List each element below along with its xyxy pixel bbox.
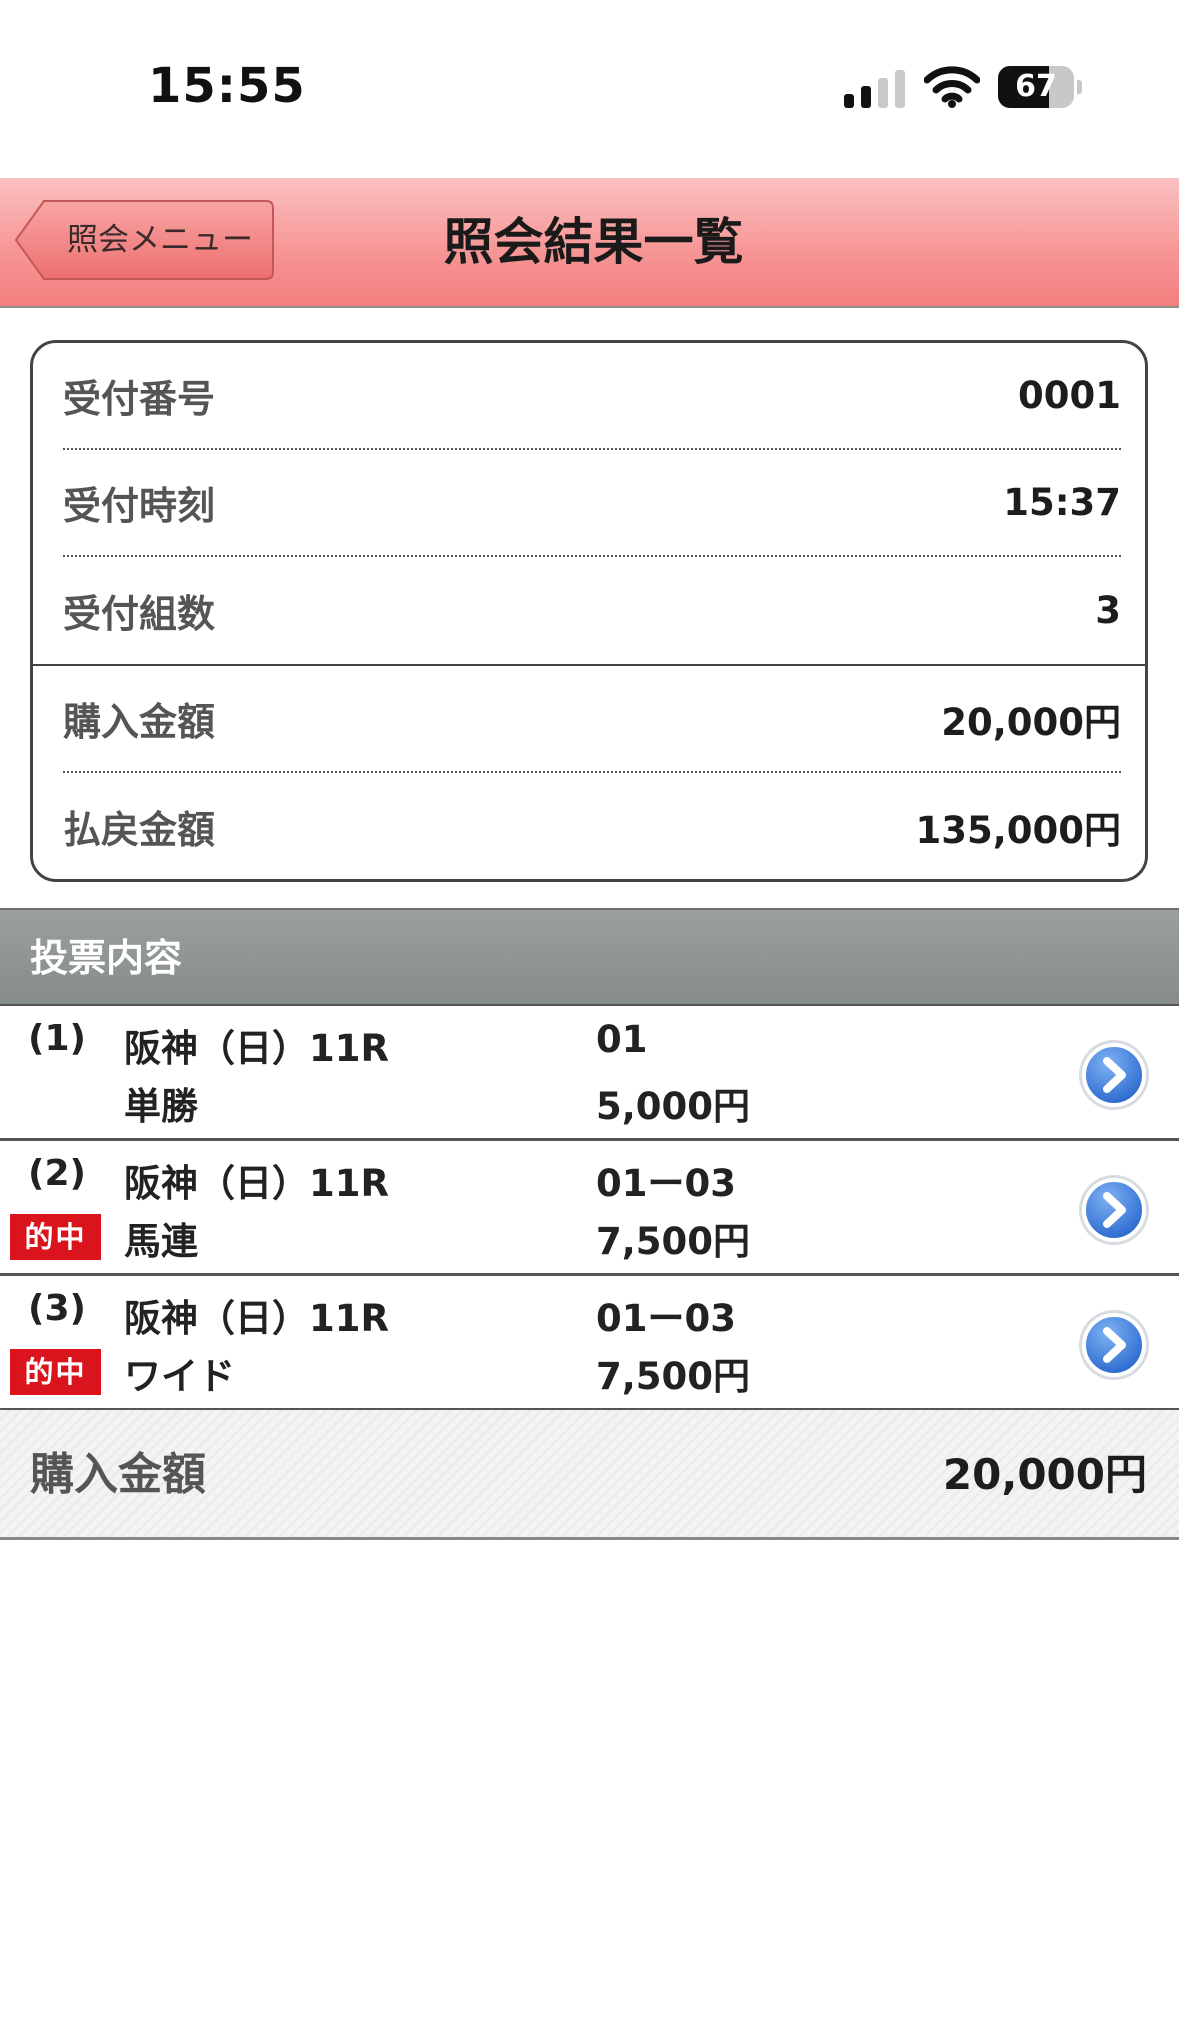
- summary-label: 受付番号: [63, 377, 216, 421]
- bet-type: 単勝: [124, 1085, 198, 1128]
- chevron-right-circle-icon[interactable]: [1076, 1307, 1152, 1383]
- bet-race: 阪神（日）11R: [124, 1027, 389, 1070]
- bet-number: (2): [28, 1153, 86, 1194]
- summary-row-receipt-number: 受付番号 0001: [63, 343, 1121, 450]
- bet-combination: 01ー03: [596, 1297, 736, 1340]
- bet-combination: 01ー03: [596, 1162, 736, 1205]
- battery-level: 67: [1015, 69, 1057, 104]
- chevron-right-circle-icon[interactable]: [1076, 1172, 1152, 1248]
- back-button[interactable]: 照会メニュー: [14, 198, 276, 282]
- summary-value: 0001: [1018, 374, 1121, 417]
- summary-value: 15:37: [1003, 481, 1121, 524]
- bet-amount: 7,500円: [596, 1220, 751, 1263]
- section-title: 投票内容: [30, 936, 183, 980]
- summary-value: 135,000円: [915, 808, 1121, 852]
- bet-type: ワイド: [124, 1355, 235, 1398]
- summary-row-payout-amount: 払戻金額 135,000円: [63, 773, 1121, 879]
- total-bar: 購入金額 20,000円: [0, 1410, 1179, 1540]
- back-button-label: 照会メニュー: [67, 222, 253, 258]
- cellular-signal-icon: [844, 70, 905, 108]
- bet-amount: 5,000円: [596, 1085, 751, 1128]
- summary-row-set-count: 受付組数 3: [63, 557, 1121, 664]
- status-time: 15:55: [148, 58, 306, 114]
- bet-type: 馬連: [124, 1220, 198, 1263]
- bet-item-2[interactable]: (2) 的中 阪神（日）11R 馬連 01ー03 7,500円: [0, 1141, 1179, 1276]
- bet-combination: 01: [596, 1018, 648, 1061]
- summary-card: 受付番号 0001 受付時刻 15:37 受付組数 3 購入金額 20,000円…: [30, 340, 1148, 882]
- bet-item-3[interactable]: (3) 的中 阪神（日）11R ワイド 01ー03 7,500円: [0, 1276, 1179, 1411]
- summary-value: 20,000円: [941, 700, 1121, 744]
- total-value: 20,000円: [942, 1450, 1147, 1499]
- bet-number: (3): [28, 1288, 86, 1329]
- summary-label: 購入金額: [63, 700, 216, 744]
- hit-badge: 的中: [10, 1349, 101, 1395]
- total-label: 購入金額: [30, 1449, 206, 1500]
- bet-race: 阪神（日）11R: [124, 1162, 389, 1205]
- chevron-right-circle-icon[interactable]: [1076, 1037, 1152, 1113]
- section-header: 投票内容: [0, 908, 1179, 1006]
- summary-value: 3: [1095, 589, 1121, 632]
- bet-race: 阪神（日）11R: [124, 1297, 389, 1340]
- summary-label: 受付組数: [63, 592, 216, 636]
- summary-label: 払戻金額: [63, 808, 216, 852]
- summary-row-receipt-time: 受付時刻 15:37: [63, 450, 1121, 557]
- hit-badge: 的中: [10, 1214, 101, 1260]
- status-bar: 15:55 67: [0, 0, 1179, 178]
- summary-label: 受付時刻: [63, 484, 216, 528]
- nav-header: 照会結果一覧 照会メニュー: [0, 178, 1179, 308]
- summary-row-purchase-amount: 購入金額 20,000円: [63, 666, 1121, 773]
- wifi-icon: [924, 66, 980, 108]
- bet-amount: 7,500円: [596, 1355, 751, 1398]
- battery-icon: 67: [998, 66, 1082, 108]
- bet-number: (1): [28, 1018, 86, 1059]
- bet-item-1[interactable]: (1) 阪神（日）11R 単勝 01 5,000円: [0, 1006, 1179, 1141]
